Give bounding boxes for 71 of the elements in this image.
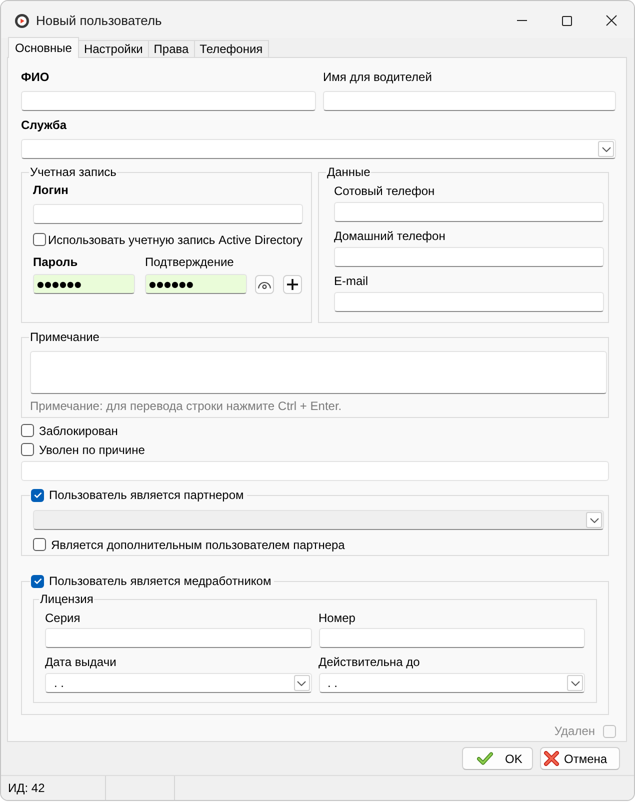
checkbox-label[interactable]: Использовать учетную запись Active Directory — [48, 232, 303, 246]
group-title: Примечание — [29, 330, 100, 344]
chevron-down-icon — [590, 518, 598, 522]
hint-text: Примечание: для перевода строки нажмите Ctrl + Enter. — [30, 399, 343, 413]
field-label: Сотовый телефон — [334, 184, 436, 198]
date-field[interactable]: . . — [318, 673, 585, 693]
checkmark-icon — [477, 752, 493, 765]
chevron-down-icon — [570, 680, 580, 686]
add-button[interactable] — [283, 275, 302, 294]
status-text: ИД: 42 — [8, 781, 45, 795]
input-field[interactable] — [45, 628, 312, 648]
tab[interactable]: Права — [148, 40, 195, 57]
checkbox[interactable] — [33, 538, 46, 551]
input-field[interactable] — [334, 202, 604, 222]
field-label: Имя для водителей — [323, 70, 433, 84]
tab[interactable]: Основные — [8, 37, 79, 58]
field-label: Пароль — [33, 255, 79, 269]
field-label: Домашний телефон — [334, 229, 446, 243]
dropdown-button[interactable] — [598, 141, 614, 157]
checkbox[interactable] — [31, 488, 44, 502]
dropdown-field[interactable] — [21, 139, 616, 159]
password-field[interactable]: ●●●●●● — [145, 274, 247, 294]
dropdown-button[interactable] — [567, 675, 583, 691]
checkbox-label[interactable]: Пользователь является партнером — [49, 488, 244, 502]
checkbox-label[interactable]: Заблокирован — [39, 424, 118, 438]
close-icon — [606, 15, 617, 26]
show-password-button[interactable] — [255, 275, 274, 294]
text-area[interactable] — [30, 351, 607, 394]
checkmark-icon — [34, 578, 42, 584]
checkbox[interactable] — [21, 443, 34, 456]
eye-icon — [258, 280, 271, 288]
chevron-down-icon — [297, 680, 306, 686]
play-circle-icon — [15, 14, 29, 28]
input-field[interactable] — [323, 91, 616, 111]
window-title: Новый пользователь — [36, 13, 162, 28]
checkmark-icon — [34, 492, 42, 498]
group-title: Учетная запись — [29, 165, 118, 179]
field-label: Номер — [318, 611, 356, 625]
maximize-icon — [562, 16, 572, 26]
checkbox-label[interactable]: Уволен по причине — [39, 442, 145, 456]
field-label: Подтверждение — [145, 255, 235, 269]
checkbox[interactable] — [31, 574, 44, 588]
field-label: E-mail — [334, 274, 370, 288]
field-label: Логин — [33, 183, 70, 197]
checkbox[interactable] — [33, 233, 46, 246]
chevron-down-icon — [602, 146, 610, 152]
plus-icon — [287, 279, 298, 290]
input-field[interactable] — [334, 247, 604, 267]
checkbox-label[interactable]: Является дополнительным пользователем партнера — [51, 538, 345, 552]
date-field[interactable]: . . — [45, 673, 312, 693]
input-field[interactable] — [33, 204, 303, 224]
input-field[interactable] — [334, 292, 604, 312]
tab[interactable]: Настройки — [78, 40, 149, 57]
field-label: ФИО — [21, 70, 50, 84]
ok-button[interactable]: OK — [462, 747, 533, 770]
dropdown-button[interactable] — [294, 675, 310, 691]
tab[interactable]: Телефония — [194, 40, 269, 57]
group-title: Лицензия — [39, 592, 94, 606]
cancel-button[interactable]: Отмена — [540, 747, 620, 770]
cross-icon — [544, 751, 559, 766]
field-label: Действительна до — [318, 655, 421, 669]
input-field[interactable] — [318, 628, 585, 648]
field-label: Серия — [45, 611, 82, 625]
input-field[interactable] — [21, 91, 316, 111]
checkbox-label[interactable]: Пользователь является медработником — [49, 574, 272, 588]
field-label: Служба — [21, 118, 68, 132]
minimize-icon — [516, 20, 526, 21]
password-field[interactable]: ●●●●●● — [33, 274, 135, 294]
checkbox[interactable] — [21, 424, 34, 437]
group-title: Данные — [326, 165, 372, 179]
field-label: Дата выдачи — [45, 655, 118, 669]
